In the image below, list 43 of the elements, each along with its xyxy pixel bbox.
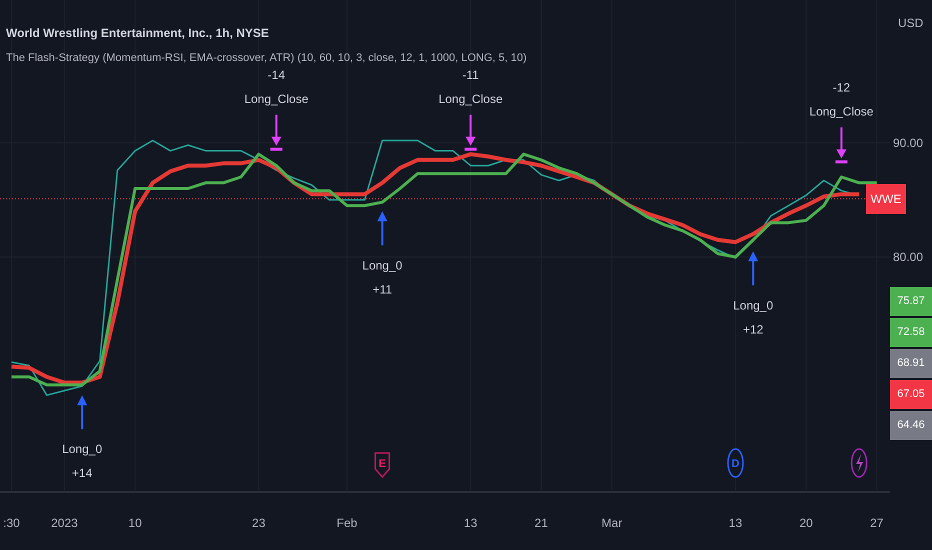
- time-label: 2023: [51, 516, 78, 530]
- lightning-icon[interactable]: [850, 448, 868, 478]
- time-label: 13: [728, 516, 742, 530]
- quantity-label: +14: [72, 466, 92, 480]
- earnings-marker[interactable]: E: [374, 452, 390, 478]
- time-label: 27: [870, 516, 884, 530]
- price-badge: 67.05: [890, 380, 932, 409]
- exit-arrow: [464, 114, 477, 151]
- price-label: 80.00: [893, 250, 924, 264]
- signal-label: Long_Close: [809, 104, 874, 118]
- entry-arrow: [77, 395, 88, 430]
- time-label: 20: [799, 516, 813, 530]
- signal-label: Long_Close: [438, 92, 503, 106]
- signal-label: Long_0: [733, 298, 774, 312]
- exit-arrow: [270, 114, 282, 151]
- price-badge: 68.91: [890, 349, 932, 378]
- entry-arrow: [748, 251, 758, 286]
- signal-label: Long_0: [362, 258, 402, 272]
- time-label: 10: [128, 516, 142, 530]
- symbol-tag: WWE: [866, 184, 906, 214]
- quantity-label: +11: [372, 282, 392, 296]
- indicator-label: The Flash-Strategy (Momentum-RSI, EMA-crossover, ATR) (10, 60, 10, 3, close, 12, 1, 1000, LONG, 5, 10): [6, 52, 527, 64]
- quantity-label: -12: [832, 80, 850, 94]
- currency-label: USD: [898, 16, 924, 30]
- price-badge: 64.46: [890, 411, 932, 440]
- quantity-label: -11: [462, 68, 479, 82]
- exit-arrow: [835, 127, 848, 164]
- time-label: Mar: [602, 516, 622, 530]
- time-label: :30: [3, 516, 20, 530]
- price-badge: 72.58: [890, 318, 932, 347]
- chart-title: World Wrestling Entertainment, Inc., 1h, NYSE: [6, 26, 270, 40]
- price-label: 90.00: [893, 136, 924, 150]
- time-label: Feb: [336, 516, 358, 530]
- time-label: 13: [464, 516, 478, 530]
- quantity-label: +12: [742, 322, 764, 336]
- signal-label: Long_Close: [244, 92, 308, 106]
- entry-arrow: [377, 211, 388, 246]
- time-label: 21: [534, 516, 548, 530]
- time-label: 23: [252, 516, 266, 530]
- price-badge: 75.87: [890, 287, 932, 316]
- signal-label: Long_0: [62, 442, 102, 456]
- quantity-label: -14: [268, 68, 286, 82]
- dividend-marker[interactable]: D: [727, 448, 744, 478]
